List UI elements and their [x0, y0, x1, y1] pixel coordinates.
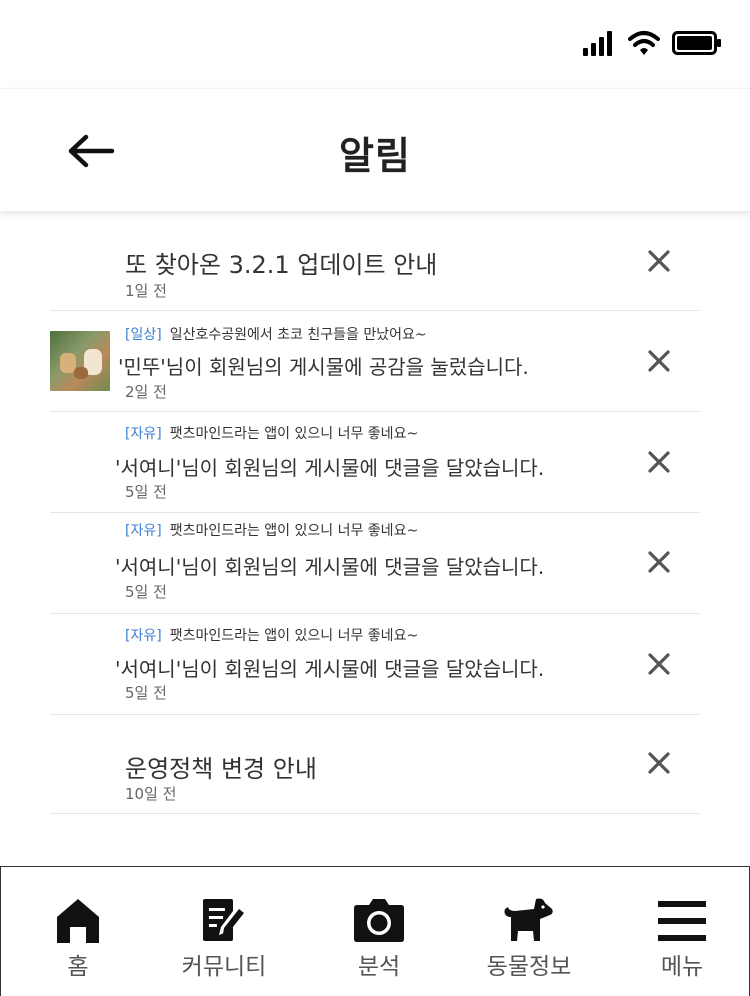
close-icon [648, 350, 670, 372]
close-icon [648, 250, 670, 272]
close-icon [648, 653, 670, 675]
post-tagline: [자유] 팻츠마인드라는 앱이 있으니 너무 좋네요~ [125, 520, 418, 540]
notification-item[interactable]: [자유] 팻츠마인드라는 앱이 있으니 너무 좋네요~ '서여니'님이 회원님의 … [50, 412, 700, 513]
tab-animal-info[interactable]: 동물정보 [474, 895, 584, 985]
tab-community-label: 커뮤니티 [181, 954, 267, 980]
post-tagline: [자유] 팻츠마인드라는 앱이 있으니 너무 좋네요~ [125, 423, 418, 443]
close-icon [648, 551, 670, 573]
post-tagline: [자유] 팻츠마인드라는 앱이 있으니 너무 좋네요~ [125, 625, 418, 645]
notification-message: '민뚜'님이 회원님의 게시물에 공감을 눌렀습니다. [118, 355, 529, 379]
post-title: 일산호수공원에서 초코 친구들을 만났어요~ [169, 327, 427, 343]
hamburger-menu-icon [658, 901, 706, 941]
tab-home[interactable]: 홈 [23, 895, 133, 985]
close-button[interactable] [646, 549, 672, 575]
notification-message: 또 찾아온 3.2.1 업데이트 안내 [125, 251, 438, 279]
tab-home-label: 홈 [67, 954, 89, 980]
notification-message: '서여니'님이 회원님의 게시물에 댓글을 달았습니다. [115, 555, 545, 579]
post-thumbnail [50, 331, 110, 391]
close-icon [648, 451, 670, 473]
close-button[interactable] [646, 651, 672, 677]
post-tagline: [일상] 일산호수공원에서 초코 친구들을 만났어요~ [125, 324, 427, 344]
camera-icon [354, 899, 404, 942]
post-title: 팻츠마인드라는 앱이 있으니 너무 좋네요~ [169, 628, 419, 644]
notification-time: 10일 전 [125, 785, 177, 803]
edit-document-icon [203, 899, 244, 941]
tab-menu[interactable]: 메뉴 [627, 895, 737, 985]
category-tag: [자유] [125, 628, 162, 644]
close-button[interactable] [646, 750, 672, 776]
tab-analysis-label: 분석 [357, 954, 401, 980]
close-button[interactable] [646, 348, 672, 374]
category-tag: [자유] [125, 523, 162, 539]
notification-item[interactable]: 또 찾아온 3.2.1 업데이트 안내 1일 전 [50, 211, 700, 311]
notification-time: 5일 전 [125, 483, 167, 501]
notification-item[interactable]: [자유] 팻츠마인드라는 앱이 있으니 너무 좋네요~ '서여니'님이 회원님의 … [50, 513, 700, 614]
notification-time: 5일 전 [125, 684, 167, 702]
home-icon [57, 899, 99, 943]
notification-message: 운영정책 변경 안내 [125, 755, 317, 783]
signal-icon [583, 31, 612, 56]
page-title: 알림 [339, 134, 411, 178]
status-bar [0, 0, 750, 88]
close-icon [648, 752, 670, 774]
category-tag: [일상] [125, 327, 162, 343]
notification-item[interactable]: [일상] 일산호수공원에서 초코 친구들을 만났어요~ '민뚜'님이 회원님의 게… [50, 311, 700, 412]
notification-time: 2일 전 [125, 383, 167, 401]
notification-time: 1일 전 [125, 282, 167, 300]
tab-analysis[interactable]: 분석 [324, 895, 434, 985]
notification-message: '서여니'님이 회원님의 게시물에 댓글을 달았습니다. [115, 456, 545, 480]
bottom-tab-bar: 홈 커뮤니티 분석 동물정보 메뉴 [0, 866, 750, 996]
tab-menu-label: 메뉴 [660, 954, 704, 980]
post-title: 팻츠마인드라는 앱이 있으니 너무 좋네요~ [169, 523, 419, 539]
dog-icon [504, 898, 553, 941]
tab-animal-info-label: 동물정보 [486, 954, 572, 980]
wifi-icon [628, 31, 660, 55]
status-icons [582, 30, 722, 56]
close-button[interactable] [646, 449, 672, 475]
header: 알림 [0, 88, 750, 211]
battery-icon [672, 31, 721, 55]
notification-item[interactable]: [자유] 팻츠마인드라는 앱이 있으니 너무 좋네요~ '서여니'님이 회원님의 … [50, 614, 700, 715]
post-title: 팻츠마인드라는 앱이 있으니 너무 좋네요~ [169, 426, 419, 442]
tab-community[interactable]: 커뮤니티 [169, 895, 279, 985]
notification-item[interactable]: 운영정책 변경 안내 10일 전 [50, 715, 700, 814]
category-tag: [자유] [125, 426, 162, 442]
notification-time: 5일 전 [125, 583, 167, 601]
close-button[interactable] [646, 248, 672, 274]
notification-message: '서여니'님이 회원님의 게시물에 댓글을 달았습니다. [115, 657, 545, 681]
notification-list: 또 찾아온 3.2.1 업데이트 안내 1일 전 [일상] 일산호수공원에서 초코… [50, 211, 700, 814]
